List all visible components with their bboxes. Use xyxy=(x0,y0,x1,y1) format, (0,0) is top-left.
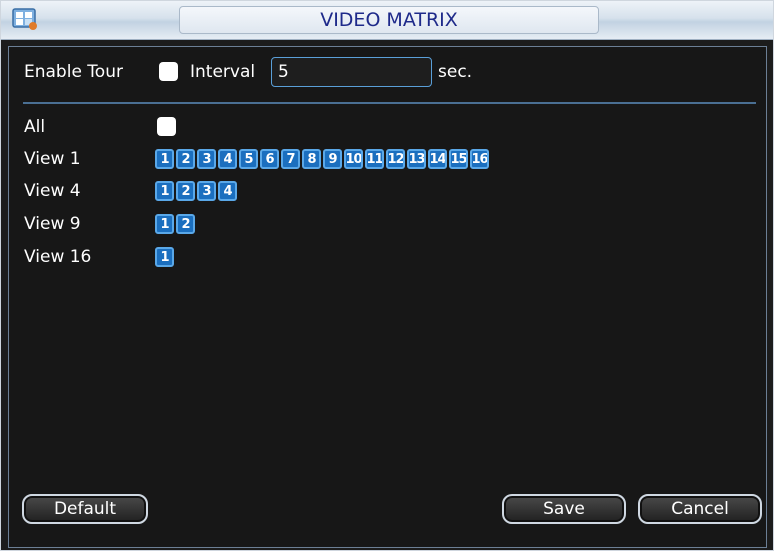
all-checkbox[interactable] xyxy=(157,117,176,136)
default-button[interactable]: Default xyxy=(22,494,148,524)
view-16-chips: 1 xyxy=(155,247,174,267)
interval-label: Interval xyxy=(190,62,256,82)
channel-chip[interactable]: 12 xyxy=(386,149,405,169)
channel-chip[interactable]: 13 xyxy=(407,149,426,169)
app-icon xyxy=(12,8,37,30)
interval-input[interactable]: 5 xyxy=(271,57,432,87)
channel-chip[interactable]: 2 xyxy=(176,181,195,201)
channel-chip[interactable]: 3 xyxy=(197,181,216,201)
window-title: VIDEO MATRIX xyxy=(320,9,458,31)
channel-chip[interactable]: 14 xyxy=(428,149,447,169)
channel-chip[interactable]: 16 xyxy=(470,149,489,169)
channel-chip[interactable]: 10 xyxy=(344,149,363,169)
channel-chip[interactable]: 4 xyxy=(218,181,237,201)
view-9-label: View 9 xyxy=(24,214,81,234)
channel-chip[interactable]: 11 xyxy=(365,149,384,169)
channel-chip[interactable]: 5 xyxy=(239,149,258,169)
channel-chip[interactable]: 1 xyxy=(155,214,174,234)
content-panel xyxy=(8,46,767,548)
enable-tour-checkbox[interactable] xyxy=(159,62,178,81)
view-16-label: View 16 xyxy=(24,247,92,267)
title-box: VIDEO MATRIX xyxy=(179,6,599,34)
channel-chip[interactable]: 8 xyxy=(302,149,321,169)
cancel-button[interactable]: Cancel xyxy=(638,494,762,524)
video-matrix-window: VIDEO MATRIX Enable Tour Interval 5 sec.… xyxy=(0,0,774,551)
channel-chip[interactable]: 2 xyxy=(176,149,195,169)
channel-chip[interactable]: 6 xyxy=(260,149,279,169)
view-1-chips: 1 2 3 4 5 6 7 8 9 10 11 12 13 14 15 16 xyxy=(155,149,489,169)
all-label: All xyxy=(24,117,46,137)
view-4-label: View 4 xyxy=(24,181,81,201)
view-4-chips: 1234 xyxy=(155,181,237,201)
channel-chip[interactable]: 1 xyxy=(155,149,174,169)
channel-chip[interactable]: 2 xyxy=(176,214,195,234)
channel-chip[interactable]: 1 xyxy=(155,247,174,267)
save-button[interactable]: Save xyxy=(502,494,626,524)
channel-chip[interactable]: 9 xyxy=(323,149,342,169)
interval-unit: sec. xyxy=(438,62,473,82)
separator xyxy=(23,102,756,104)
channel-chip[interactable]: 15 xyxy=(449,149,468,169)
view-9-chips: 12 xyxy=(155,214,195,234)
view-1-label: View 1 xyxy=(24,149,81,169)
channel-chip[interactable]: 1 xyxy=(155,181,174,201)
channel-chip[interactable]: 4 xyxy=(218,149,237,169)
title-bar: VIDEO MATRIX xyxy=(1,1,773,40)
channel-chip[interactable]: 3 xyxy=(197,149,216,169)
enable-tour-label: Enable Tour xyxy=(24,62,123,82)
channel-chip[interactable]: 7 xyxy=(281,149,300,169)
